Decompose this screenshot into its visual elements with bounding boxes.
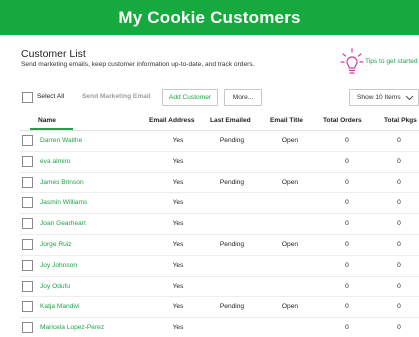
row-checkbox[interactable] (22, 135, 33, 146)
table-row: Maricela Lopez-Perez Yes 0 0 (20, 318, 419, 337)
table-header: Name Email Address Last Emailed Email Ti… (20, 115, 419, 130)
email-address-cell: Yes (172, 324, 184, 332)
app-title: My Cookie Customers (118, 8, 301, 27)
last-emailed-cell: Pending (219, 178, 245, 186)
email-address-cell: Yes (172, 240, 184, 248)
last-emailed-cell: Pending (219, 303, 245, 311)
total-orders-cell: 0 (345, 303, 349, 311)
table-body: Darren Waithe Yes Pending Open 0 0 eva a… (20, 131, 419, 337)
table-row: Darren Waithe Yes Pending Open 0 0 (20, 131, 419, 152)
app-banner: My Cookie Customers (0, 0, 419, 35)
table-row: Jorge Ruiz Yes Pending Open 0 0 (20, 235, 419, 256)
page-title: Customer List (21, 48, 86, 60)
row-checkbox[interactable] (22, 280, 33, 292)
total-orders-cell: 0 (345, 220, 349, 228)
total-orders-cell: 0 (345, 178, 349, 186)
table-row: eva almiro Yes 0 0 (20, 152, 419, 173)
customer-name-link[interactable]: Katja Mandivi (40, 303, 80, 310)
total-orders-cell: 0 (345, 240, 349, 248)
email-address-cell: Yes (172, 282, 184, 290)
page-subtitle: Send marketing emails, keep customer inf… (21, 61, 255, 68)
items-per-page-value: Show 10 Items (357, 94, 401, 101)
total-orders-cell: 0 (345, 199, 349, 207)
column-header-last-emailed[interactable]: Last Emailed (210, 117, 251, 124)
last-emailed-cell: Pending (219, 240, 245, 248)
row-checkbox[interactable] (22, 218, 33, 230)
table-row: Joan Gearheart Yes 0 0 (20, 214, 419, 235)
total-pkgs-cell: 0 (397, 324, 401, 332)
column-header-name[interactable]: Name (38, 117, 56, 124)
email-address-cell: Yes (172, 157, 184, 165)
table-row: Jasmin Williams Yes 0 0 (20, 193, 419, 215)
total-pkgs-cell: 0 (397, 178, 401, 186)
email-address-cell: Yes (172, 199, 184, 207)
total-pkgs-cell: 0 (397, 137, 401, 144)
lightbulb-icon (340, 48, 364, 74)
last-emailed-cell: Pending (219, 137, 245, 144)
email-address-cell: Yes (172, 178, 184, 186)
email-title-cell: Open (281, 137, 299, 144)
customer-name-link[interactable]: Darren Waithe (40, 137, 82, 144)
table-row: Joy Odufu Yes 0 0 (20, 277, 419, 298)
row-checkbox[interactable] (22, 155, 33, 167)
total-pkgs-cell: 0 (397, 199, 401, 207)
total-pkgs-cell: 0 (397, 261, 401, 269)
row-checkbox[interactable] (22, 301, 33, 313)
add-customer-button[interactable]: Add Customer (162, 89, 218, 106)
email-address-cell: Yes (172, 137, 184, 144)
tips-label[interactable]: Tips to get started (365, 58, 418, 65)
total-orders-cell: 0 (345, 157, 349, 165)
total-pkgs-cell: 0 (397, 282, 401, 290)
total-orders-cell: 0 (345, 261, 349, 269)
customer-name-link[interactable]: Jorge Ruiz (40, 241, 72, 248)
column-header-total-orders[interactable]: Total Orders (323, 117, 362, 124)
row-checkbox[interactable] (22, 176, 33, 188)
email-address-cell: Yes (172, 303, 184, 311)
total-pkgs-cell: 0 (397, 157, 401, 165)
select-all-label[interactable]: Select All (37, 93, 64, 100)
total-orders-cell: 0 (345, 137, 349, 144)
total-pkgs-cell: 0 (397, 240, 401, 248)
send-marketing-email-button[interactable]: Send Marketing Email (82, 93, 151, 100)
customer-name-link[interactable]: Maricela Lopez-Perez (40, 324, 104, 331)
total-orders-cell: 0 (345, 282, 349, 290)
row-checkbox[interactable] (22, 259, 33, 271)
email-address-cell: Yes (172, 220, 184, 228)
column-header-total-pkgs[interactable]: Total Pkgs (384, 117, 417, 124)
table-row: Joy Johnson Yes 0 0 (20, 256, 419, 277)
select-all-checkbox[interactable] (22, 92, 33, 103)
more-button[interactable]: More... (224, 89, 262, 106)
customer-name-link[interactable]: James Brinson (40, 179, 84, 186)
toolbar: Select All Send Marketing Email Add Cust… (21, 89, 419, 107)
tips-link[interactable]: Tips to get started (340, 48, 419, 76)
total-pkgs-cell: 0 (397, 220, 401, 228)
total-pkgs-cell: 0 (397, 303, 401, 311)
customer-name-link[interactable]: Jasmin Williams (40, 199, 87, 206)
total-orders-cell: 0 (345, 324, 349, 332)
email-title-cell: Open (281, 240, 299, 248)
items-per-page-select[interactable]: Show 10 Items (349, 89, 419, 106)
row-checkbox[interactable] (22, 322, 33, 334)
row-checkbox[interactable] (22, 197, 33, 209)
column-header-email-address[interactable]: Email Address (149, 117, 195, 124)
email-title-cell: Open (281, 303, 299, 311)
customer-table: Name Email Address Last Emailed Email Ti… (20, 115, 419, 334)
customer-name-link[interactable]: Joy Odufu (40, 283, 70, 290)
table-row: James Brinson Yes Pending Open 0 0 (20, 173, 419, 194)
column-header-email-title[interactable]: Email Title (270, 117, 303, 124)
table-row: Katja Mandivi Yes Pending Open 0 0 (20, 297, 419, 319)
customer-name-link[interactable]: eva almiro (40, 158, 70, 165)
row-checkbox[interactable] (22, 238, 33, 250)
chevron-down-icon (405, 95, 414, 101)
customer-name-link[interactable]: Joy Johnson (40, 262, 77, 269)
email-title-cell: Open (281, 178, 299, 186)
email-address-cell: Yes (172, 261, 184, 269)
customer-name-link[interactable]: Joan Gearheart (40, 220, 86, 227)
